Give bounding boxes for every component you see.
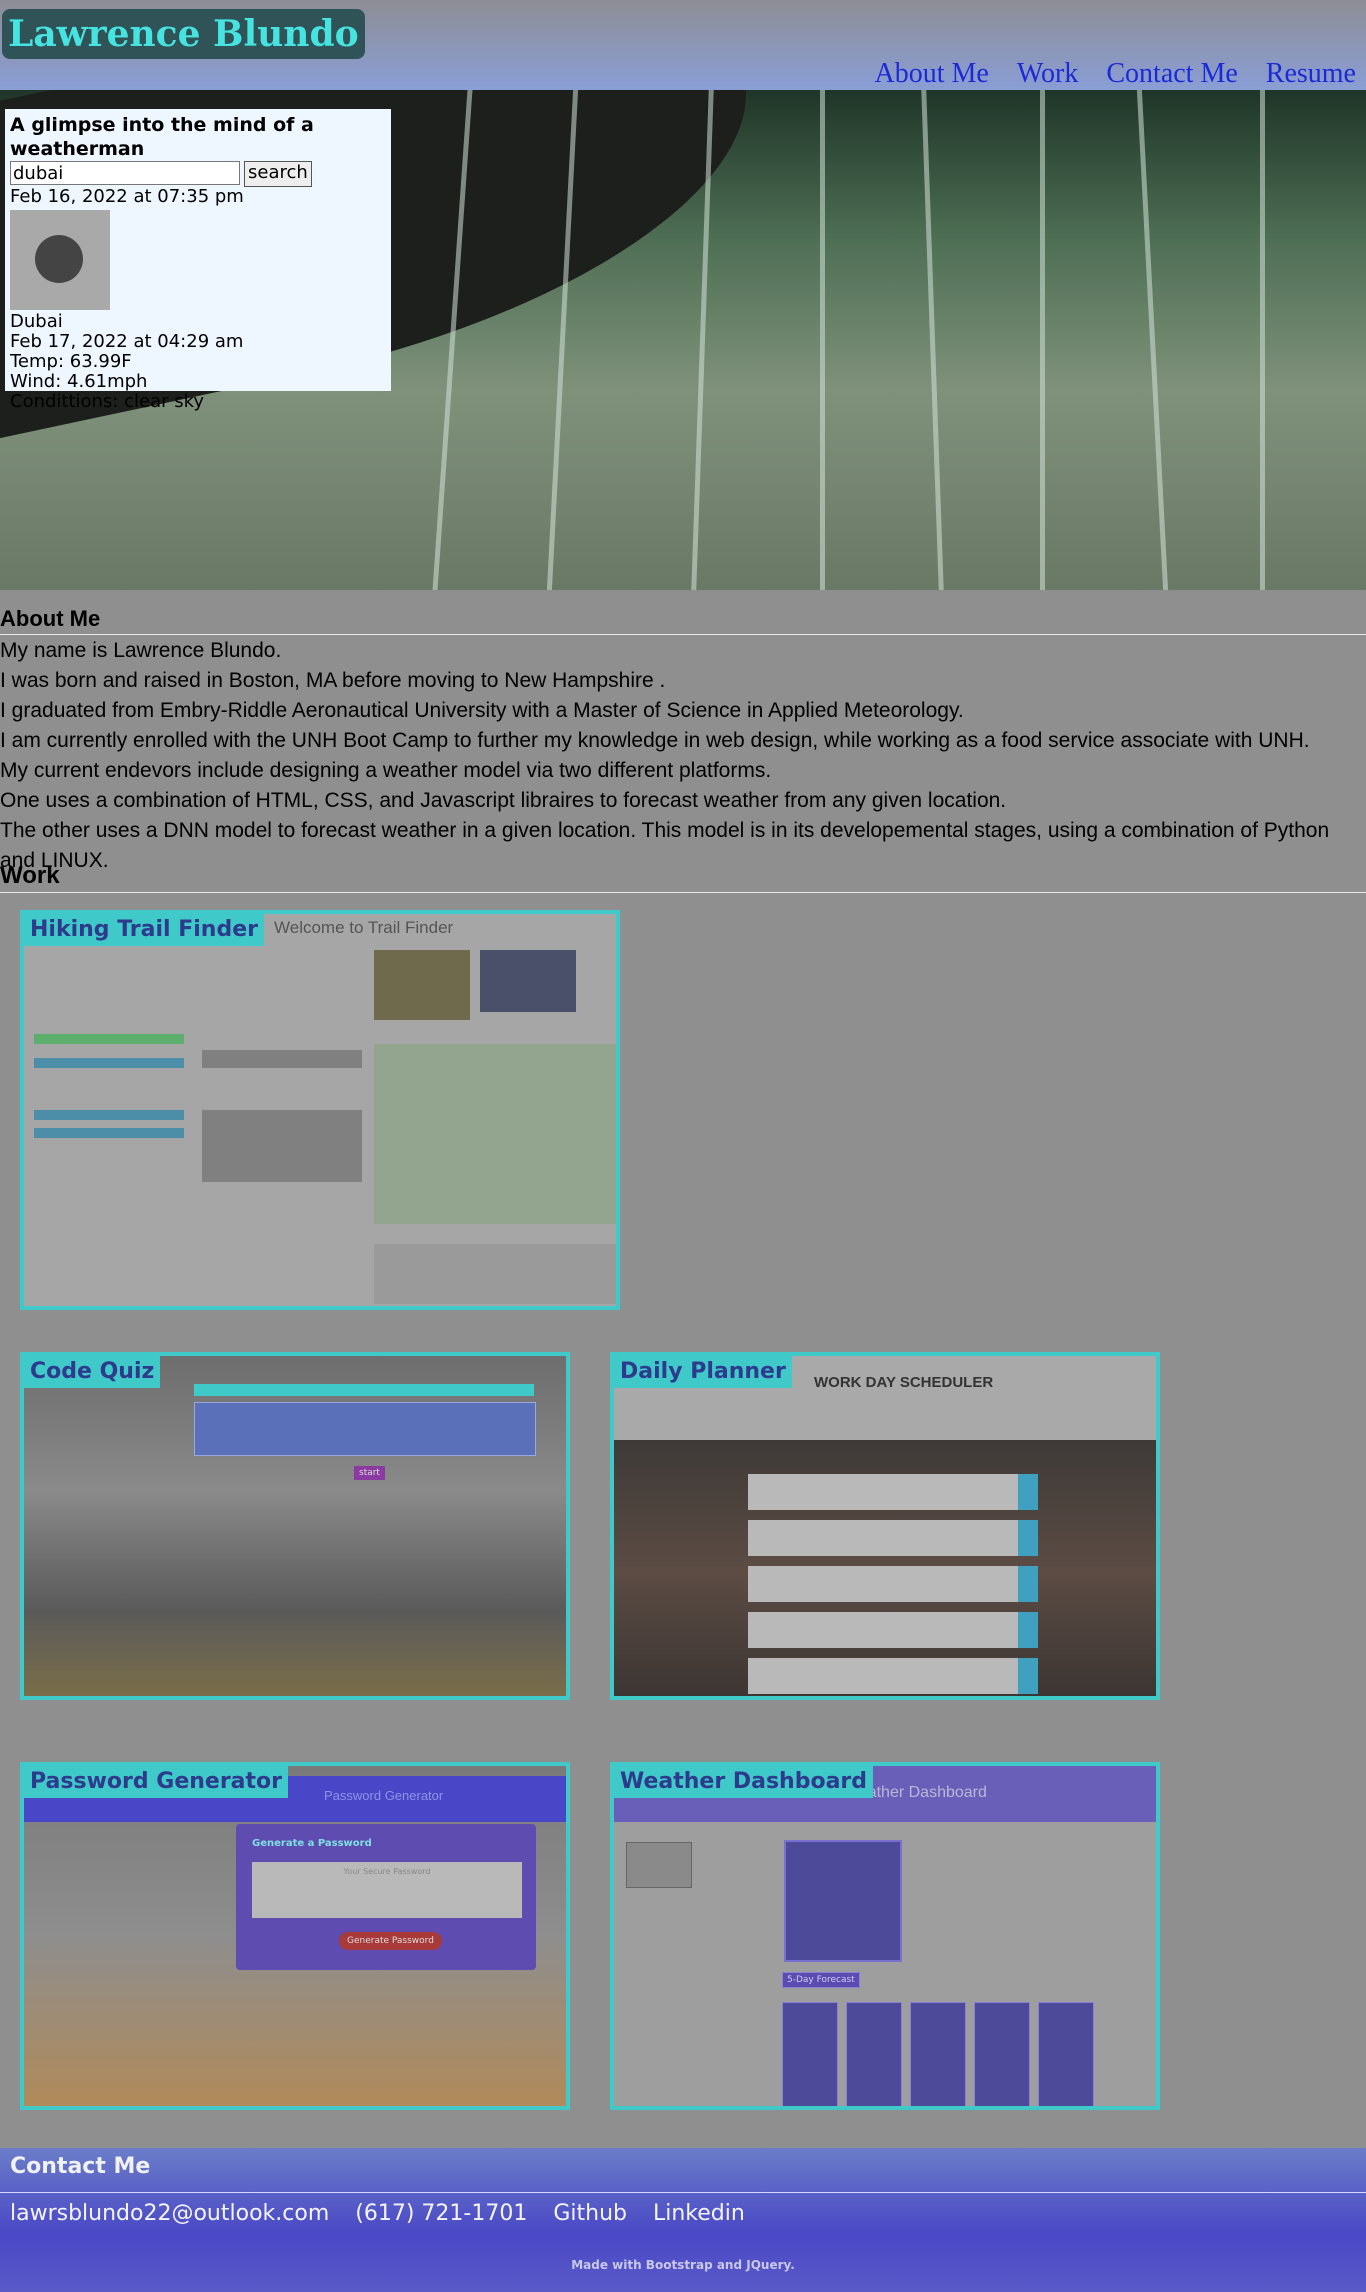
screenshot-heading: WORK DAY SCHEDULER bbox=[814, 1374, 994, 1391]
mock-button bbox=[34, 1128, 184, 1138]
tree-trunk bbox=[1040, 90, 1045, 590]
project-card-daily-planner[interactable]: Daily Planner WORK DAY SCHEDULER bbox=[610, 1352, 1160, 1700]
project-title: Code Quiz bbox=[24, 1356, 161, 1388]
main-nav: About Me Work Contact Me Resume bbox=[875, 56, 1356, 92]
mock-password-box: Your Secure Password bbox=[252, 1862, 522, 1918]
about-line: I was born and raised in Boston, MA befo… bbox=[0, 669, 666, 692]
work-heading: Work bbox=[0, 860, 1366, 893]
project-title: Weather Dashboard bbox=[614, 1766, 874, 1798]
project-card-weather-dashboard[interactable]: Weather Dashboard Weather Dashboard 5-Da… bbox=[610, 1762, 1160, 2110]
map-image bbox=[374, 1044, 616, 1224]
stars-photo bbox=[480, 950, 576, 1012]
project-card-password[interactable]: Password Generator Password Generator Ge… bbox=[20, 1762, 570, 2110]
mock-button bbox=[34, 1034, 184, 1044]
mock-intro-box bbox=[194, 1402, 536, 1456]
mock-forecast-day bbox=[846, 2002, 902, 2106]
widget-title: A glimpse into the mind of a weatherman bbox=[10, 114, 314, 160]
wind-speed: Wind: 4.61mph bbox=[10, 371, 148, 392]
mock-header-bar bbox=[194, 1384, 534, 1396]
email-link[interactable]: lawrsblundo22@outlook.com bbox=[10, 2200, 329, 2228]
screenshot-heading: Welcome to Trail Finder bbox=[274, 918, 454, 937]
mock-panel-title: Generate a Password bbox=[252, 1838, 372, 1849]
city-name: Dubai bbox=[10, 311, 63, 332]
mock-generate-button: Generate Password bbox=[339, 1932, 442, 1950]
project-card-hiking[interactable]: Hiking Trail Finder Welcome to Trail Fin… bbox=[20, 910, 620, 1310]
tree-trunk bbox=[820, 90, 825, 590]
weather-widget: A glimpse into the mind of a weatherman … bbox=[5, 109, 391, 412]
mock-search-box bbox=[626, 1842, 692, 1888]
mock-start-button: start bbox=[354, 1466, 385, 1480]
mock-list bbox=[202, 1110, 362, 1182]
divider bbox=[0, 2192, 1366, 2193]
site-header: Lawrence Blundo About Me Work Contact Me… bbox=[0, 0, 1366, 90]
nav-link-work[interactable]: Work bbox=[1017, 56, 1079, 92]
tree-trunk bbox=[1136, 90, 1169, 590]
search-row: dubai search bbox=[10, 161, 386, 187]
contact-heading: Contact Me bbox=[10, 2154, 151, 2179]
tree-trunk bbox=[921, 90, 944, 590]
mock-button bbox=[202, 1050, 362, 1068]
mock-today-card bbox=[784, 1840, 902, 1962]
project-title: Password Generator bbox=[24, 1766, 289, 1798]
trail-photo bbox=[374, 950, 470, 1020]
about-line: I graduated from Embry-Riddle Aeronautic… bbox=[0, 699, 964, 722]
nav-link-resume[interactable]: Resume bbox=[1266, 56, 1356, 92]
screenshot-heading: Password Generator bbox=[324, 1788, 444, 1803]
project-card-code-quiz[interactable]: Code Quiz start bbox=[20, 1352, 570, 1700]
mock-forecast-day bbox=[974, 2002, 1030, 2106]
nav-link-contact[interactable]: Contact Me bbox=[1106, 56, 1237, 92]
project-title: Daily Planner bbox=[614, 1356, 792, 1388]
current-time: Feb 16, 2022 at 07:35 pm bbox=[10, 186, 244, 207]
project-title: Hiking Trail Finder bbox=[24, 914, 264, 946]
contact-footer: Contact Me lawrsblundo22@outlook.com (61… bbox=[0, 2148, 1366, 2292]
site-title: Lawrence Blundo bbox=[2, 9, 365, 59]
temperature: Temp: 63.99F bbox=[10, 351, 132, 372]
mock-button bbox=[34, 1110, 184, 1120]
time-slot bbox=[748, 1658, 1038, 1694]
time-slot bbox=[748, 1612, 1038, 1648]
city-search-input[interactable]: dubai bbox=[10, 161, 240, 185]
mock-button bbox=[34, 1058, 184, 1068]
about-heading: About Me bbox=[0, 604, 1366, 635]
mock-forecast-label: 5-Day Forecast bbox=[782, 1972, 860, 1988]
phone-link[interactable]: (617) 721-1701 bbox=[355, 2200, 527, 2228]
time-slot bbox=[748, 1474, 1038, 1510]
tree-trunk bbox=[1260, 90, 1265, 590]
contact-links: lawrsblundo22@outlook.com (617) 721-1701… bbox=[10, 2200, 745, 2228]
about-line: I am currently enrolled with the UNH Boo… bbox=[0, 729, 1310, 752]
about-line: One uses a combination of HTML, CSS, and… bbox=[0, 789, 1007, 812]
linkedin-link[interactable]: Linkedin bbox=[653, 2200, 745, 2228]
conditions: Condittions: clear sky bbox=[10, 391, 205, 412]
stars-panel bbox=[374, 1244, 616, 1304]
footer-note: Made with Bootstrap and JQuery. bbox=[571, 2258, 795, 2272]
mock-forecast-day bbox=[910, 2002, 966, 2106]
nav-link-about[interactable]: About Me bbox=[875, 56, 989, 92]
mock-forecast-day bbox=[1038, 2002, 1094, 2106]
forecast-date: Feb 17, 2022 at 04:29 am bbox=[10, 331, 244, 352]
search-button[interactable]: search bbox=[244, 161, 312, 187]
weather-condition-icon bbox=[10, 210, 110, 310]
time-slot bbox=[748, 1566, 1038, 1602]
time-slot bbox=[748, 1520, 1038, 1556]
about-line: My name is Lawrence Blundo. bbox=[0, 639, 282, 662]
github-link[interactable]: Github bbox=[553, 2200, 627, 2228]
about-line: My current endevors include designing a … bbox=[0, 759, 772, 782]
about-text: My name is Lawrence Blundo. I was born a… bbox=[0, 636, 1366, 876]
mock-forecast-day bbox=[782, 2002, 838, 2106]
